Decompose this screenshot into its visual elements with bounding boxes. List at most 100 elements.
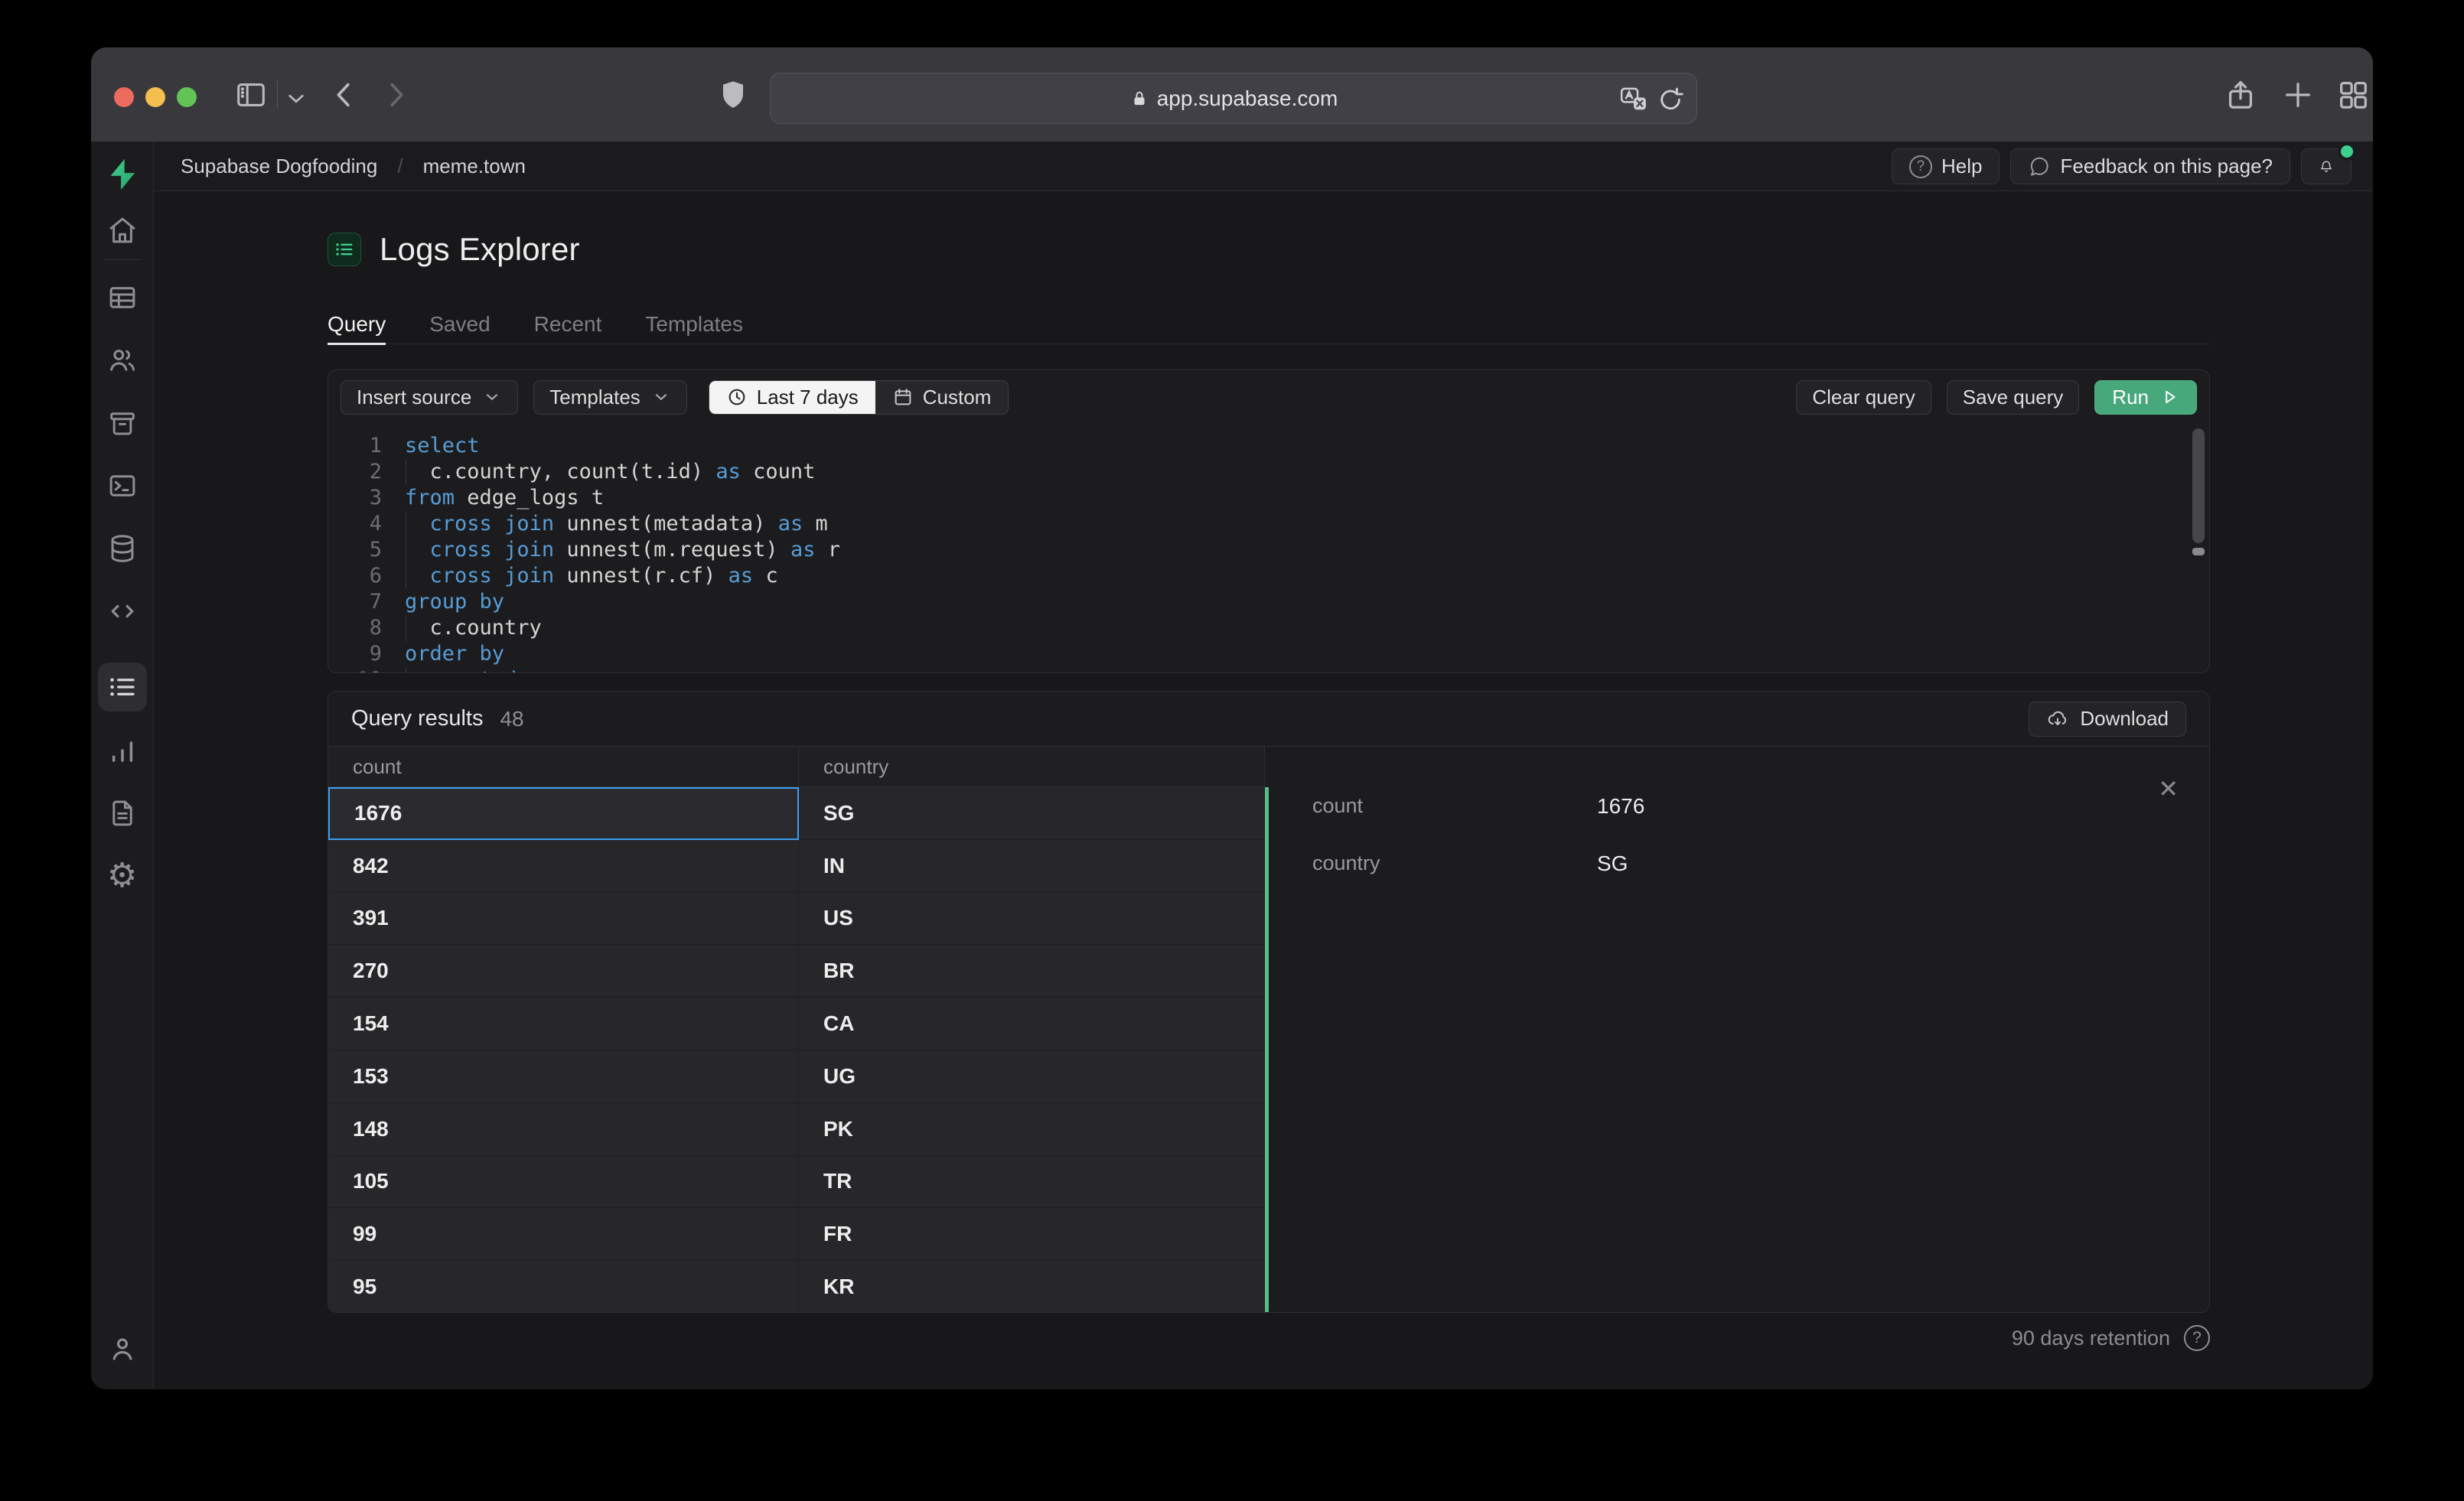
country-cell[interactable]: BR [799,945,1265,998]
country-cell[interactable]: FR [799,1208,1265,1262]
database-icon [111,535,133,562]
count-cell[interactable]: 1676 [328,787,799,840]
table-icon [109,287,135,308]
privacy-shield-icon[interactable] [715,77,751,112]
tab-templates[interactable]: Templates [645,304,743,344]
tab-overview-icon[interactable] [2335,77,2371,112]
speech-bubble-icon [2031,157,2049,176]
download-button[interactable]: Download [2029,701,2186,737]
country-cell[interactable]: UG [799,1050,1265,1103]
range-custom[interactable]: Custom [875,380,1009,414]
chevron-down-icon[interactable] [282,81,310,116]
detail-value: SG [1597,851,1628,875]
supabase-app: ⚙︎ Supabase Dogfooding / meme.town ? Hel… [91,142,2373,1389]
count-cell[interactable]: 270 [328,945,799,998]
count-cell[interactable]: 842 [328,839,799,893]
tab-query[interactable]: Query [328,304,386,345]
code-line: group by [405,590,505,614]
sidebar-item-home[interactable] [91,207,154,253]
country-cell[interactable]: PK [799,1102,1265,1156]
sql-editor[interactable]: 1 2345678910 select c.country, count(t.id… [328,425,2209,672]
sidebar-item-settings[interactable]: ⚙︎ [91,845,154,907]
help-label: Help [1941,155,1983,177]
breadcrumb-org[interactable]: Supabase Dogfooding [181,155,377,178]
notifications-button[interactable] [2301,142,2356,184]
share-icon[interactable] [2223,77,2258,112]
save-query-button[interactable]: Save query [1946,379,2080,415]
detail-value: 1676 [1597,794,1645,818]
sidebar-item-api[interactable] [91,580,154,643]
sidebar-item-docs[interactable] [91,782,154,845]
users-icon [109,350,135,371]
count-cell[interactable]: 153 [328,1050,799,1103]
country-cell[interactable]: TR [799,1155,1265,1209]
results-count: 48 [500,706,524,731]
zoom-window-button[interactable] [177,87,197,107]
help-button[interactable]: ? Help [1891,148,2000,184]
detail-row-count: count 1676 [1312,794,2179,819]
new-tab-icon[interactable] [2280,77,2316,112]
close-window-button[interactable] [114,87,134,107]
minimize-window-button[interactable] [145,87,165,107]
calendar-icon [895,389,911,405]
run-label: Run [2112,385,2149,409]
sidebar-item-database[interactable] [91,517,154,580]
help-circle-icon[interactable]: ? [2184,1325,2210,1351]
range-last-7-days[interactable]: Last 7 days [709,380,875,414]
url-bar[interactable]: app.supabase.com [770,73,1697,124]
country-cell[interactable]: KR [799,1261,1265,1312]
sidebar-item-auth[interactable] [91,329,154,392]
column-header-count[interactable]: count [328,747,799,787]
sidebar-item-reports[interactable] [91,719,154,782]
help-icon: ? [1908,155,1932,178]
count-cell[interactable]: 154 [328,998,799,1050]
retention-note: 90 days retention ? [328,1325,2210,1351]
code-line: c.country, count(t.id) as count [405,459,816,485]
clear-query-label: Clear query [1812,385,1915,409]
editor-scrollbar[interactable] [2192,428,2205,669]
user-icon [112,1338,132,1360]
tab-saved[interactable]: Saved [429,304,490,344]
insert-source-button[interactable]: Insert source [341,379,519,415]
browser-chrome: app.supabase.com [91,47,2373,142]
results-header: Query results 48 Download [328,692,2209,747]
sidebar-toggle-icon[interactable] [233,77,269,112]
column-header-country[interactable]: country [799,747,1265,787]
clear-query-button[interactable]: Clear query [1796,379,1931,415]
range-custom-label: Custom [922,385,992,409]
retention-label: 90 days retention [2011,1326,2170,1350]
row-detail-panel: ✕ count 1676 country SG [1269,747,2209,1312]
chevron-down-icon [487,394,498,401]
account-button[interactable] [91,1322,154,1376]
results-panel: Query results 48 Download count 1676 842… [328,691,2210,1313]
sidebar-item-sql-editor[interactable] [91,454,154,517]
count-cell[interactable]: 105 [328,1155,799,1209]
count-cell[interactable]: 99 [328,1208,799,1262]
file-text-icon [112,800,132,826]
breadcrumb-project[interactable]: meme.town [423,155,526,178]
tab-recent[interactable]: Recent [534,304,602,344]
translate-icon[interactable] [1618,84,1649,115]
count-cell[interactable]: 95 [328,1261,799,1312]
sidebar-item-table-editor[interactable] [91,266,154,329]
country-cell[interactable]: US [799,892,1265,946]
logs-explorer-icon [328,233,361,266]
feedback-button[interactable]: Feedback on this page? [2010,148,2290,184]
forward-icon[interactable] [378,77,413,112]
editor-lines: select c.country, count(t.id) as count fr… [405,433,2179,672]
back-icon[interactable] [327,77,362,112]
count-cell[interactable]: 148 [328,1102,799,1156]
country-cell[interactable]: CA [799,998,1265,1050]
supabase-logo[interactable] [91,142,154,207]
templates-button[interactable]: Templates [533,379,687,415]
code-line: from edge_logs t [405,486,605,510]
run-button[interactable]: Run [2094,379,2197,415]
country-cell[interactable]: IN [799,839,1265,893]
line-number: 3 [369,486,382,510]
country-cell[interactable]: SG [799,787,1265,840]
sidebar-item-logs[interactable] [97,663,147,711]
count-cell[interactable]: 391 [328,892,799,946]
reload-icon[interactable] [1655,84,1686,115]
results-body: count 1676 842 391 270 154 153 148 105 99 95 coun… [328,747,2209,1312]
sidebar-item-storage[interactable] [91,392,154,454]
